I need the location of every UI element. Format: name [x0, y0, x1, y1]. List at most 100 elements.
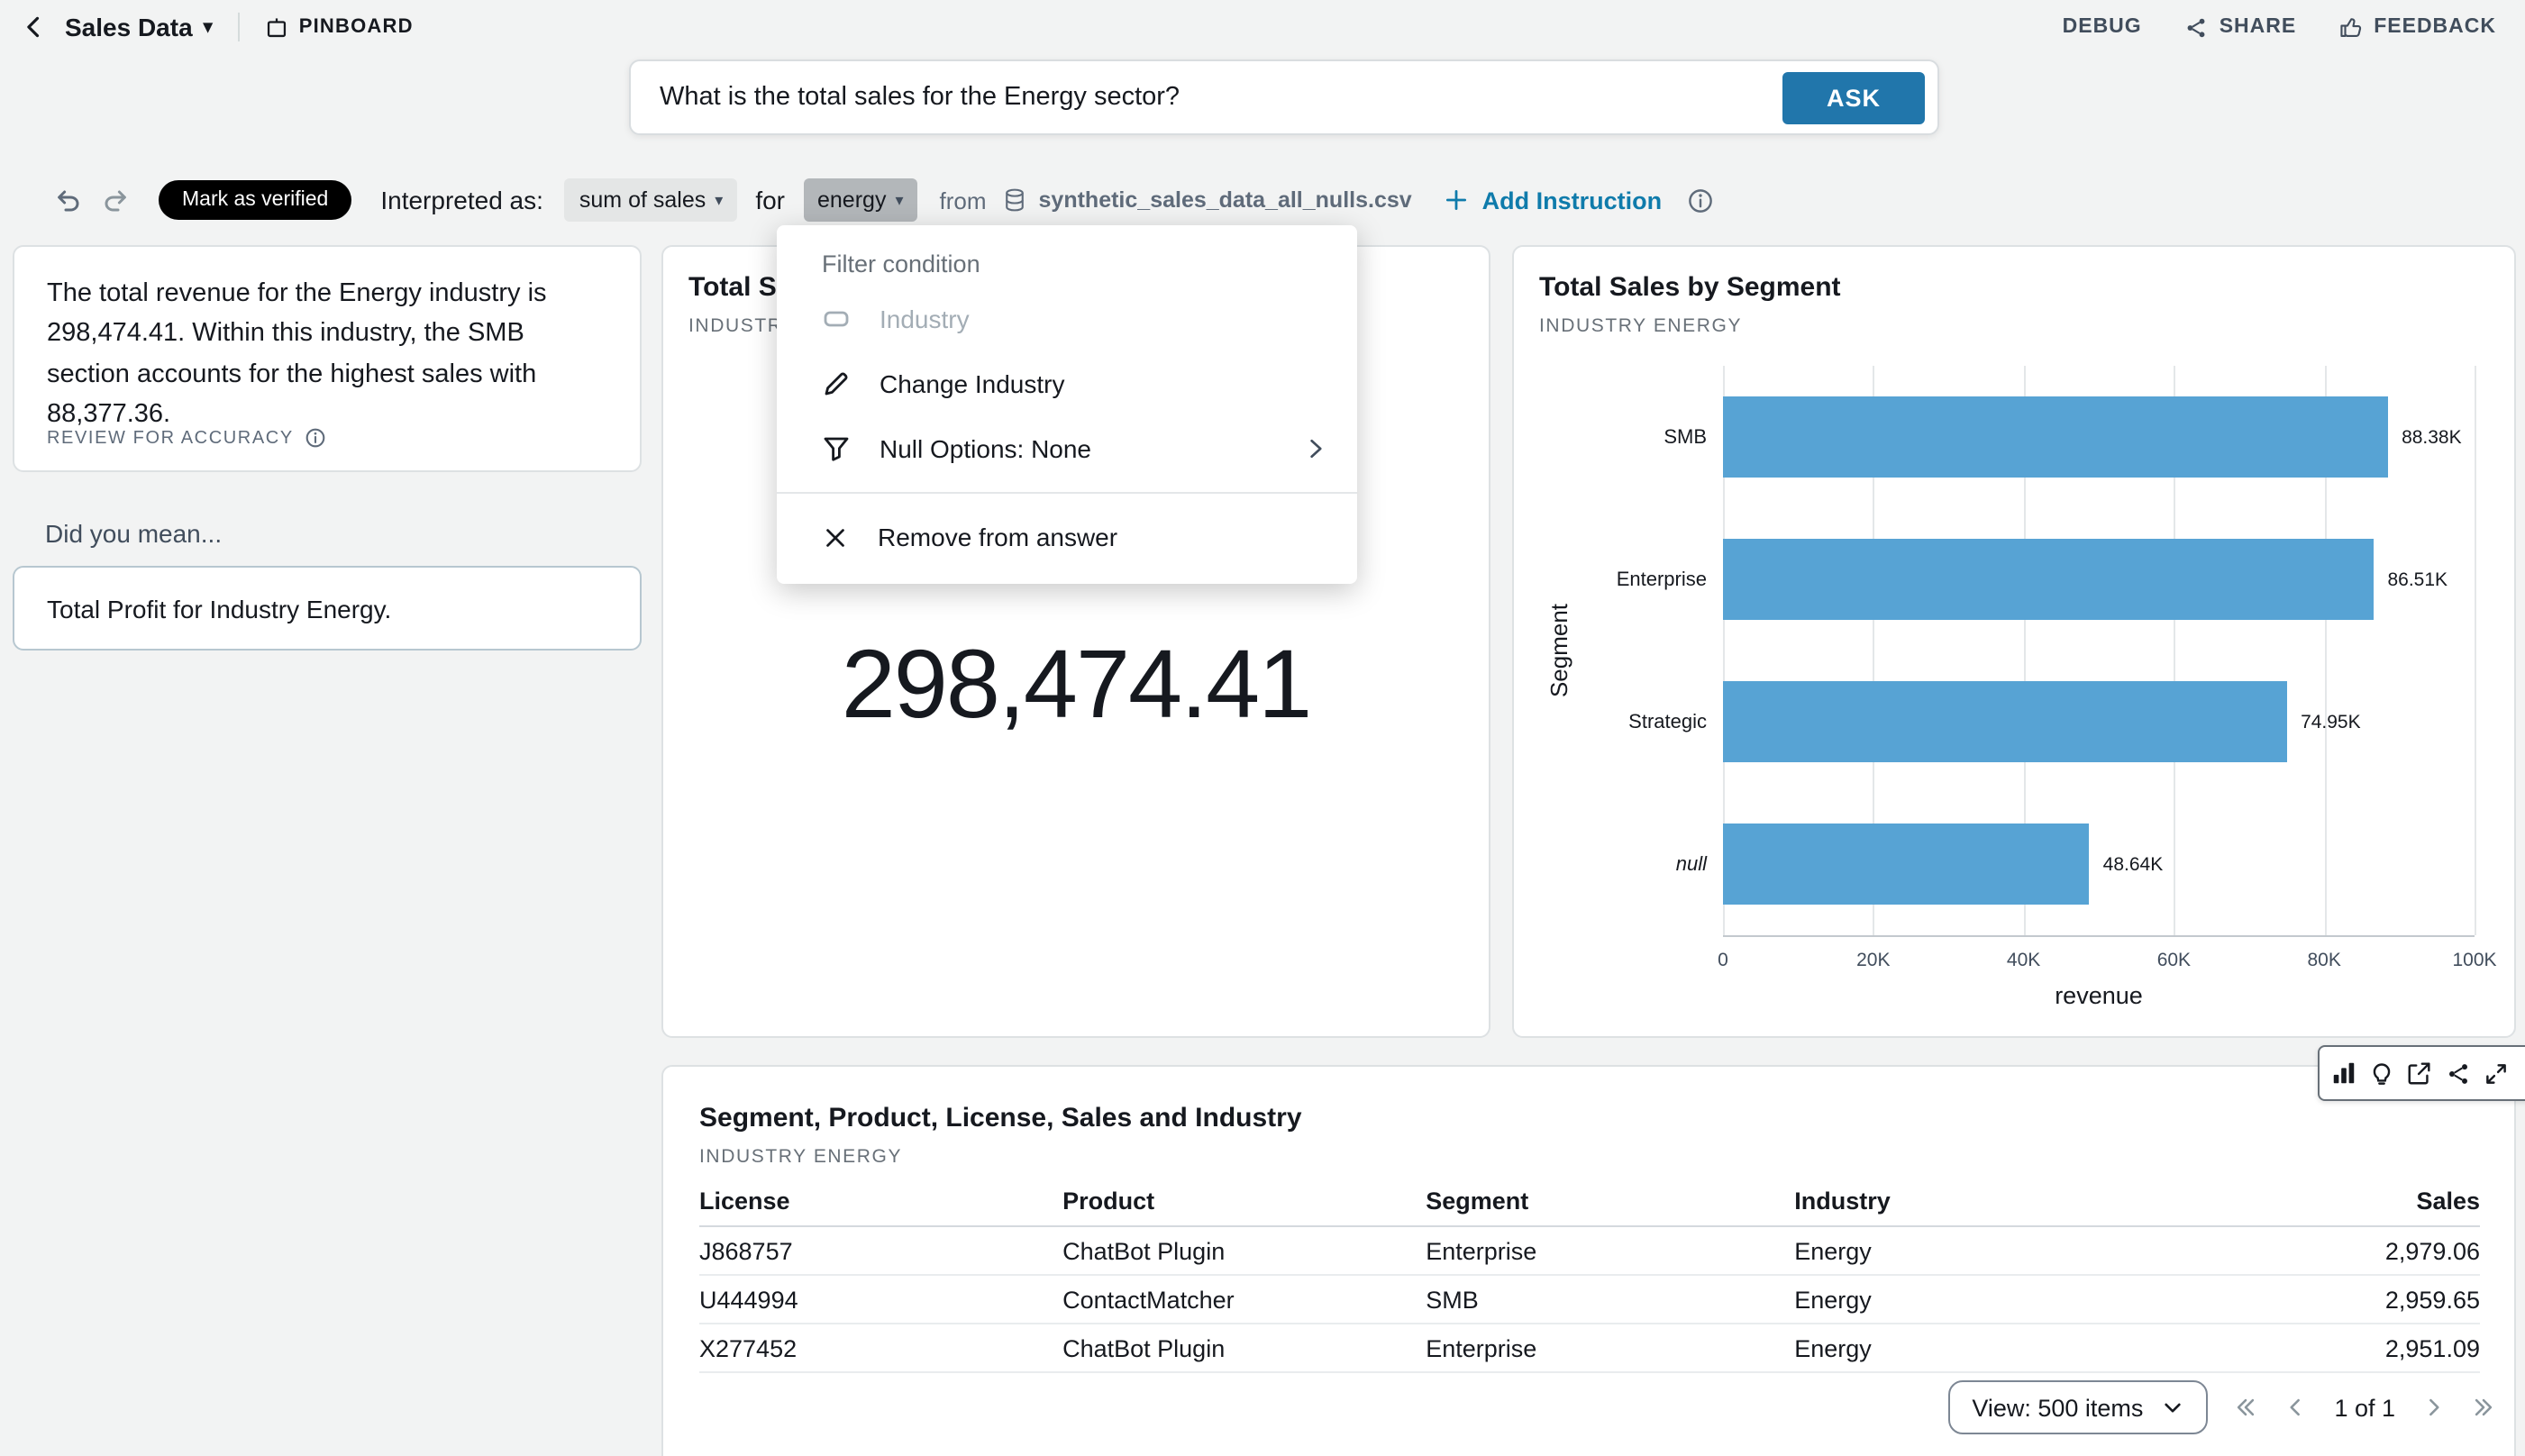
category-label: Enterprise: [1617, 569, 1707, 590]
filter-pill[interactable]: energy ▾: [803, 178, 918, 222]
interpreted-as-label: Interpreted as:: [380, 186, 543, 214]
top-bar: Sales Data ▾ PINBOARD DEBUG SHARE FEEDB: [0, 0, 2525, 54]
did-you-mean-label: Did you mean...: [45, 519, 222, 548]
thumbs-up-icon: [2339, 15, 2363, 39]
review-label: REVIEW FOR ACCURACY: [47, 428, 294, 448]
feedback-button[interactable]: FEEDBACK: [2339, 15, 2496, 39]
chart-type-icon[interactable]: [2325, 1049, 2363, 1097]
suggestion-card[interactable]: Total Profit for Industry Energy.: [13, 566, 642, 651]
cell: 2,951.09: [2177, 1324, 2480, 1372]
info-icon[interactable]: [1687, 187, 1714, 214]
interpretation-bar: Mark as verified Interpreted as: sum of …: [54, 177, 1714, 223]
col-header: Product: [1062, 1178, 1426, 1226]
bar-enterprise[interactable]: [1723, 539, 2373, 620]
info-icon[interactable]: [305, 427, 326, 449]
page-indicator: 1 of 1: [2334, 1394, 2395, 1421]
menu-header: Filter condition: [777, 240, 1357, 287]
y-axis-label: Segment: [1545, 604, 1572, 697]
x-tick: 20K: [1856, 950, 1890, 971]
bar-smb[interactable]: [1723, 396, 2387, 478]
bar-row: SMB 88.38K: [1723, 366, 2475, 508]
x-axis-label: revenue: [1723, 982, 2475, 1009]
menu-item-null-options[interactable]: Null Options: None: [777, 416, 1357, 481]
add-instruction-button[interactable]: Add Instruction: [1445, 187, 1663, 214]
share-icon[interactable]: [2438, 1049, 2476, 1097]
ask-button[interactable]: ASK: [1782, 71, 1925, 123]
category-label: SMB: [1664, 426, 1707, 448]
share-icon: [2185, 15, 2209, 39]
cell: ChatBot Plugin: [1062, 1324, 1426, 1372]
chart-title: Total Sales by Segment: [1539, 272, 1841, 303]
dataset-title-dropdown[interactable]: Sales Data ▾: [65, 13, 213, 41]
last-page-icon[interactable]: [2471, 1395, 2496, 1420]
bar-row: null 48.64K: [1723, 793, 2475, 935]
cell: Enterprise: [1426, 1226, 1794, 1275]
cell: Energy: [1794, 1275, 2177, 1324]
col-header: Segment: [1426, 1178, 1794, 1226]
for-label: for: [755, 186, 785, 214]
export-icon[interactable]: [2401, 1049, 2438, 1097]
pinboard-button[interactable]: PINBOARD: [265, 15, 414, 39]
value-label: 88.38K: [2402, 426, 2462, 448]
suggestion-text: Total Profit for Industry Energy.: [47, 594, 391, 623]
insight-bulb-icon[interactable]: [2363, 1049, 2401, 1097]
results-table: License Product Segment Industry Sales J…: [699, 1178, 2480, 1373]
answer-summary-text: The total revenue for the Energy industr…: [47, 274, 607, 436]
debug-button[interactable]: DEBUG: [2063, 16, 2142, 38]
pinboard-label: PINBOARD: [299, 16, 414, 38]
answer-summary-card: The total revenue for the Energy industr…: [13, 245, 642, 472]
mark-verified-button[interactable]: Mark as verified: [159, 180, 351, 220]
col-header: License: [699, 1178, 1062, 1226]
question-input[interactable]: [656, 81, 1782, 114]
chart-subtitle: INDUSTRY ENERGY: [1539, 315, 1742, 337]
pinboard-icon: [265, 15, 288, 39]
metric-pill[interactable]: sum of sales ▾: [565, 178, 737, 222]
x-tick: 40K: [2007, 950, 2040, 971]
expand-icon[interactable]: [2476, 1049, 2514, 1097]
menu-item-industry[interactable]: Industry: [777, 287, 1357, 351]
cell: 2,979.06: [2177, 1226, 2480, 1275]
kebab-menu-icon[interactable]: [2514, 1049, 2525, 1097]
menu-item-change-industry[interactable]: Change Industry: [777, 351, 1357, 416]
table-row: U444994 ContactMatcher SMB Energy 2,959.…: [699, 1275, 2480, 1324]
cell: 2,959.65: [2177, 1275, 2480, 1324]
view-items-select[interactable]: View: 500 items: [1948, 1380, 2208, 1434]
chart-plot: SMB 88.38K Enterprise 86.51K Strategic 7…: [1723, 366, 2475, 937]
bar-null[interactable]: [1723, 824, 2089, 905]
back-icon[interactable]: [18, 11, 50, 43]
first-page-icon[interactable]: [2233, 1395, 2258, 1420]
value-label: 74.95K: [2301, 711, 2361, 733]
chevron-down-icon: [2161, 1396, 2184, 1419]
cell: U444994: [699, 1275, 1062, 1324]
gridline: [2475, 366, 2476, 935]
bar-strategic[interactable]: [1723, 681, 2286, 762]
share-label: SHARE: [2220, 16, 2297, 38]
prev-page-icon[interactable]: [2283, 1395, 2309, 1420]
menu-item-remove-from-answer[interactable]: Remove from answer: [777, 505, 1357, 569]
menu-item-label: Null Options: None: [880, 434, 1091, 463]
next-page-icon[interactable]: [2420, 1395, 2446, 1420]
x-axis-ticks: 0 20K 40K 60K 80K 100K: [1723, 950, 2475, 975]
chevron-down-icon: ▾: [715, 190, 723, 210]
cell: Energy: [1794, 1226, 2177, 1275]
share-button[interactable]: SHARE: [2185, 15, 2297, 39]
cell: ContactMatcher: [1062, 1275, 1426, 1324]
ask-bar: ASK: [629, 59, 1939, 135]
review-for-accuracy: REVIEW FOR ACCURACY: [47, 427, 326, 449]
table-row: J868757 ChatBot Plugin Enterprise Energy…: [699, 1226, 2480, 1275]
cell: J868757: [699, 1226, 1062, 1275]
topbar-actions: DEBUG SHARE FEEDBACK: [2063, 15, 2496, 39]
kpi-value: 298,474.41: [663, 629, 1489, 741]
value-label: 86.51K: [2387, 569, 2448, 590]
menu-divider: [777, 492, 1357, 494]
plus-icon: [1445, 187, 1470, 213]
undo-icon[interactable]: [54, 186, 83, 214]
cell: SMB: [1426, 1275, 1794, 1324]
chevron-down-icon: ▾: [895, 190, 903, 210]
pencil-icon: [822, 369, 851, 398]
menu-item-label: Remove from answer: [878, 523, 1117, 551]
metric-pill-label: sum of sales: [579, 187, 706, 213]
bar-row: Enterprise 86.51K: [1723, 508, 2475, 651]
redo-icon[interactable]: [101, 186, 130, 214]
bar-row: Strategic 74.95K: [1723, 651, 2475, 793]
